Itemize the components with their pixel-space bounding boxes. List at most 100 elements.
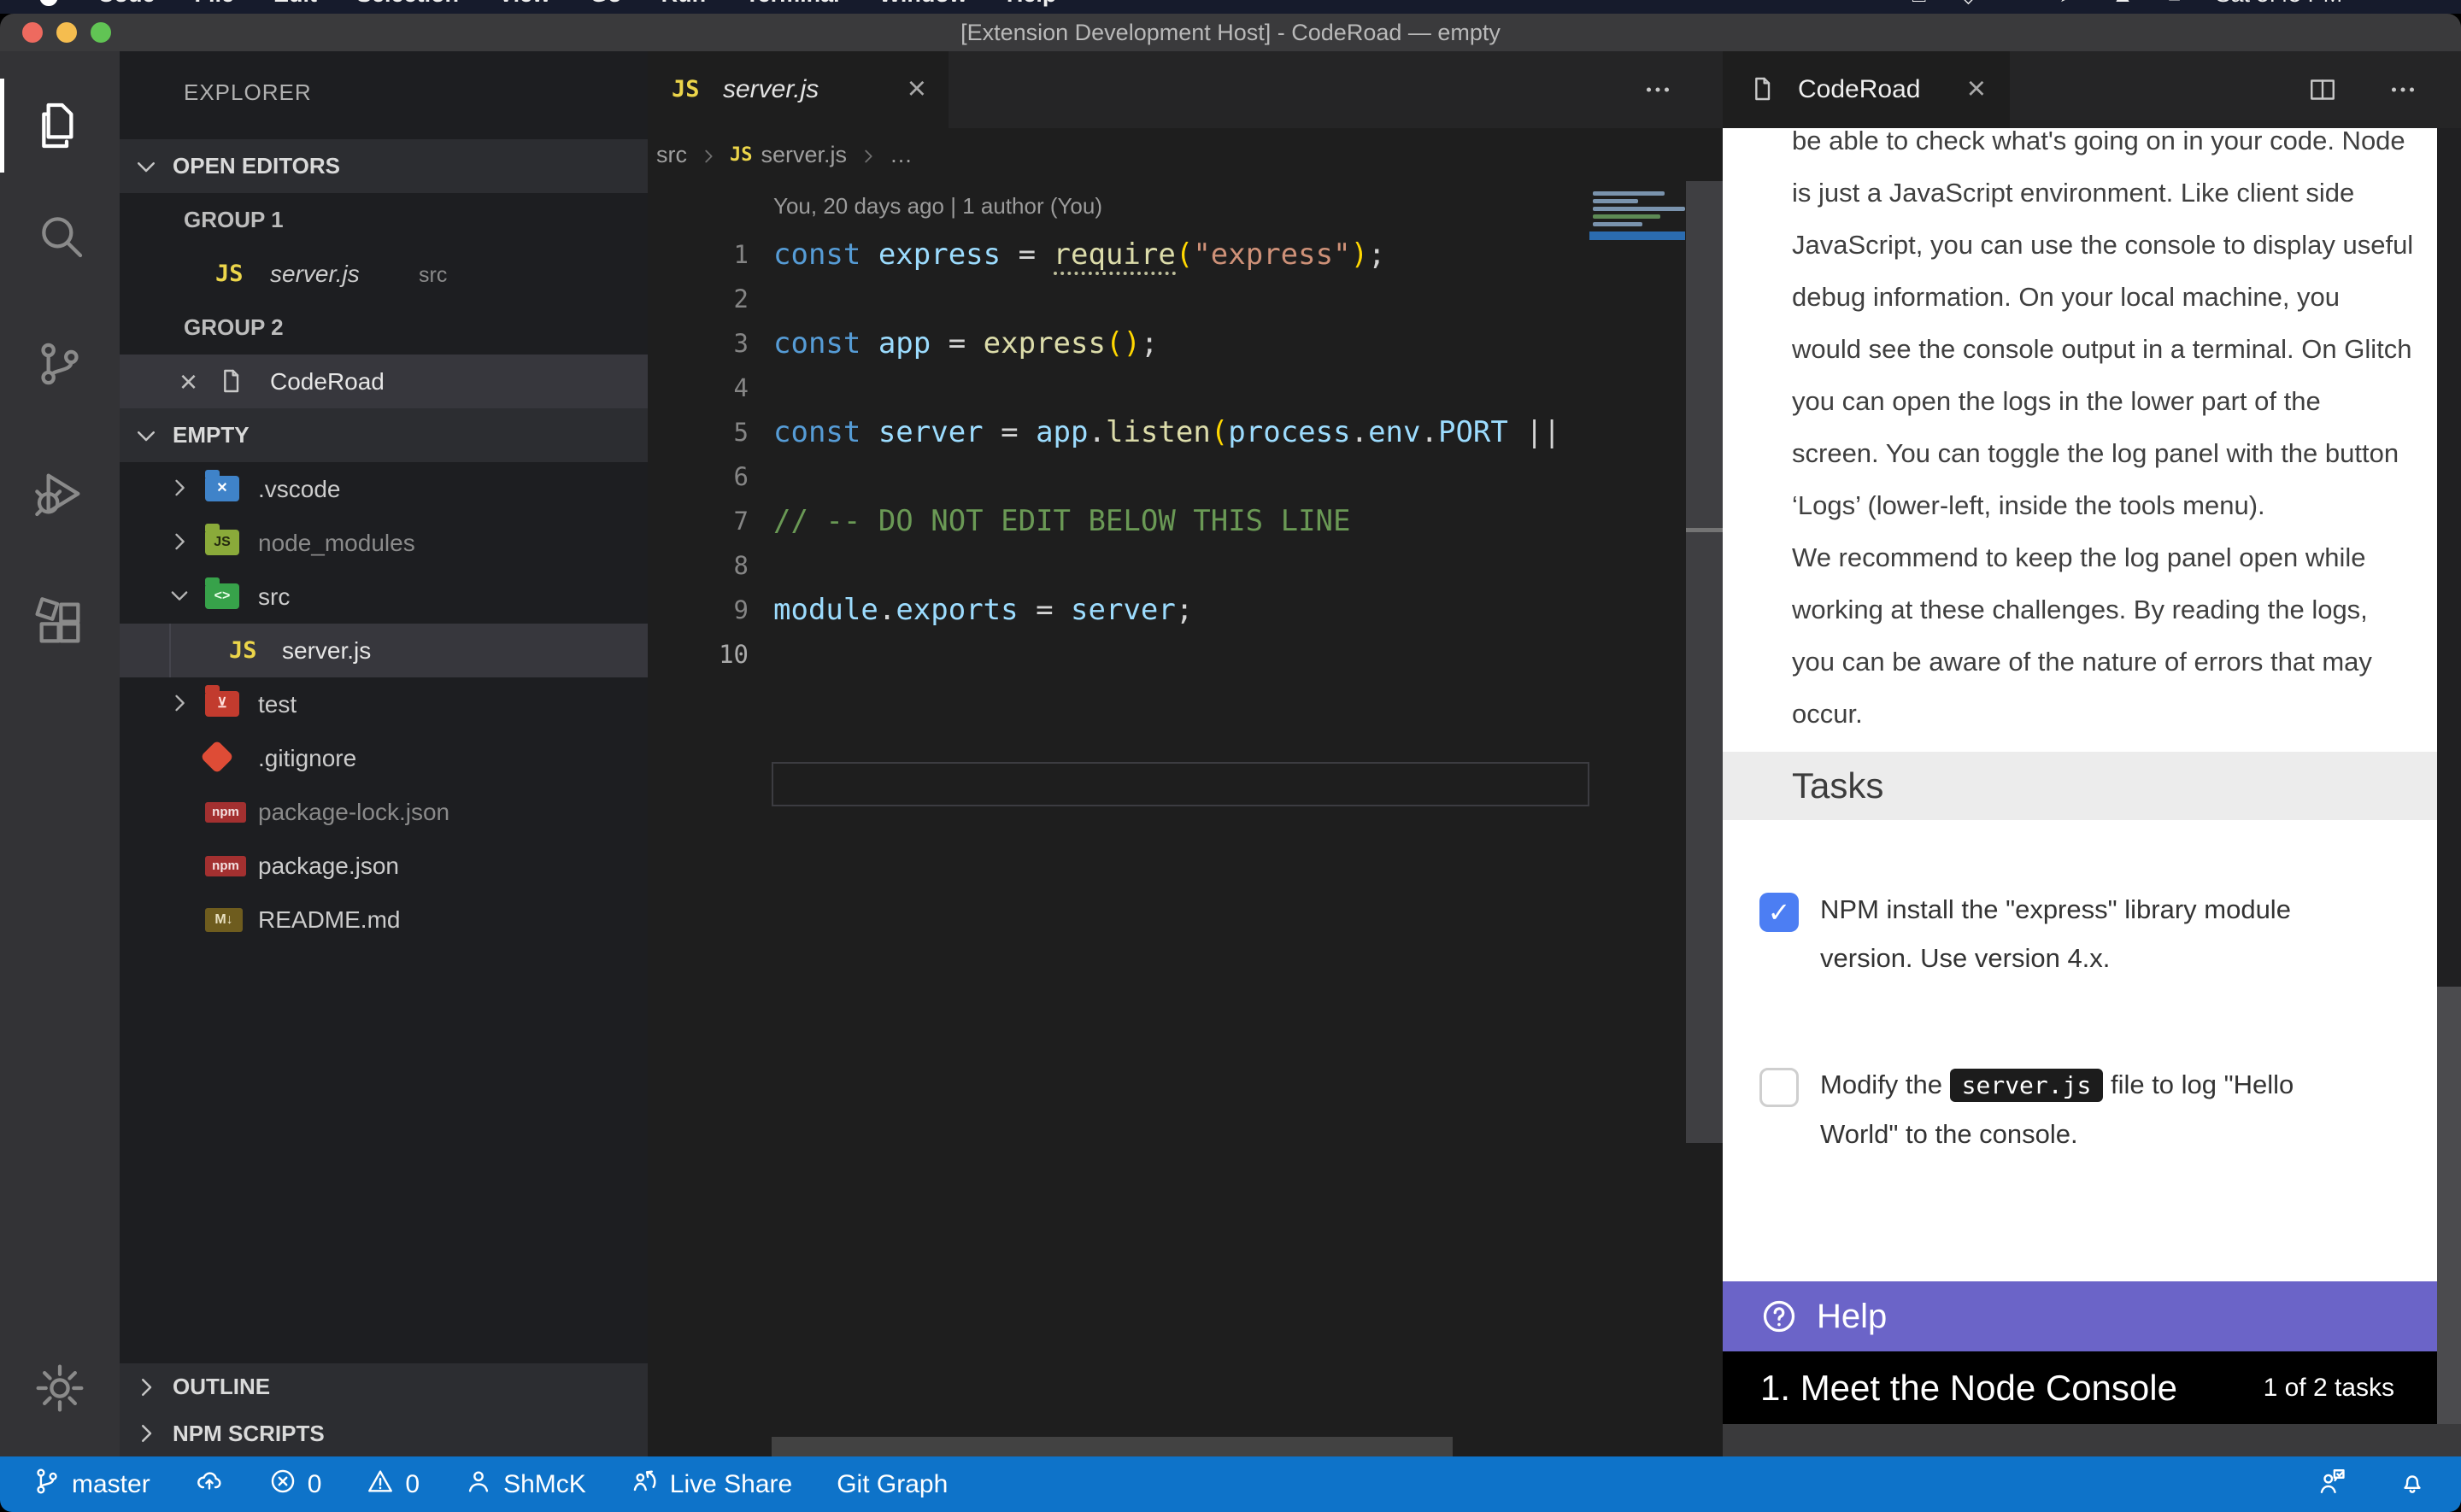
tree-item--vscode[interactable]: ✕.vscode (120, 462, 648, 516)
statusbar-master[interactable]: master (32, 1467, 150, 1503)
statusbar-0[interactable]: 0 (366, 1467, 420, 1503)
split-editor-icon[interactable] (2307, 74, 2338, 109)
statusbar-git-graph[interactable]: Git Graph (837, 1470, 948, 1499)
breadcrumb-symbol[interactable]: … (890, 142, 913, 168)
menubar-clock[interactable]: Sat 5:45 PM (2216, 0, 2343, 8)
code-text: const express = require("express"); (773, 232, 1386, 277)
menu-item-help[interactable]: Help (1007, 0, 1057, 8)
statusbar-feedback[interactable] (2317, 1467, 2346, 1503)
menu-item-go[interactable]: Go (590, 0, 622, 8)
open-editors-group-1-label: GROUP 1 (184, 193, 645, 247)
code-text: const app = express(); (773, 321, 1158, 366)
more-actions-icon[interactable] (2388, 74, 2418, 109)
minimap-line (1593, 191, 1665, 196)
help-bar[interactable]: Help (1723, 1281, 2437, 1351)
tree-item-node-modules[interactable]: JSnode_modules (120, 516, 648, 570)
webview-scrollbar[interactable] (2437, 128, 2461, 1424)
section-empty-folder[interactable]: EMPTY (120, 408, 648, 462)
close-icon[interactable]: × (1967, 51, 1986, 126)
activity-source-control-icon[interactable] (32, 337, 87, 391)
task-description: Modify the server.js file to log "HelloW… (1820, 1060, 2418, 1158)
activity-search-icon[interactable] (32, 208, 87, 262)
code-text: // -- DO NOT EDIT BELOW THIS LINE (773, 499, 1351, 543)
editor-group-1: JS server.js × src JS server.js … You, 2… (648, 51, 1723, 1456)
explorer-sidebar: EXPLORER OPEN EDITORS GROUP 1 JS server.… (120, 51, 648, 1456)
breadcrumb-folder[interactable]: src (656, 142, 687, 168)
menubar-status-icon[interactable]: ▲ (2112, 0, 2134, 8)
codelens-annotation[interactable]: You, 20 days ago | 1 author (You) (773, 193, 1102, 220)
tree-item-package-lock-json[interactable]: npmpackage-lock.json (120, 785, 648, 839)
close-icon[interactable]: × (907, 51, 926, 126)
tree-item-test[interactable]: ⊻ test (120, 677, 648, 731)
tree-item-label: server.js (282, 624, 371, 677)
panel-tab-bar: CodeRoad × (1723, 51, 2461, 128)
tab-coderoad[interactable]: CodeRoad × (1723, 51, 2010, 128)
menubar-status-icon[interactable]: ◇ (1960, 0, 1977, 8)
statusbar-shmck[interactable]: ShMcK (464, 1467, 586, 1503)
editor-scrollbar[interactable] (1686, 181, 1723, 1143)
menu-item-terminal[interactable]: Terminal (745, 0, 840, 8)
menu-item-window[interactable]: Window (879, 0, 967, 8)
open-editor-item-server-js[interactable]: JS server.js src (120, 247, 648, 301)
menubar-status-icon[interactable]: ■ (2168, 0, 2182, 8)
section-open-editors[interactable]: OPEN EDITORS (120, 139, 648, 193)
window-title-bar[interactable]: [Extension Development Host] - CodeRoad … (0, 14, 2461, 51)
menubar-status-icon[interactable]: ◔ (2376, 0, 2390, 8)
inline-code-chip: server.js (1950, 1069, 2104, 1102)
tree-item-package-json[interactable]: npmpackage.json (120, 839, 648, 893)
menu-item-view[interactable]: View (498, 0, 550, 8)
minimap[interactable] (1589, 181, 1685, 437)
breadcrumb[interactable]: src JS server.js … (648, 128, 1723, 181)
tree-item--gitignore[interactable]: .gitignore (120, 731, 648, 785)
help-label: Help (1817, 1281, 1887, 1351)
task-checkbox-checked[interactable]: ✓ (1759, 893, 1799, 932)
task-checkbox-unchecked[interactable] (1759, 1068, 1799, 1107)
chevron-down-icon (167, 583, 191, 612)
chevron-right-icon (167, 530, 191, 558)
open-editors-group-2-label: GROUP 2 (184, 301, 645, 355)
statusbar-live-share[interactable]: Live Share (631, 1467, 792, 1503)
tab-server-js[interactable]: JS server.js × (648, 51, 949, 128)
section-outline[interactable]: OUTLINE (120, 1363, 648, 1410)
tree-item-label: README.md (258, 893, 400, 946)
menu-item-code[interactable]: Code (97, 0, 156, 8)
chevron-right-icon (133, 1374, 159, 1400)
more-actions-icon[interactable] (1642, 74, 1673, 109)
lesson-footer[interactable]: 1. Meet the Node Console 1 of 2 tasks (1723, 1351, 2437, 1424)
statusbar-bell[interactable] (2398, 1467, 2427, 1503)
menu-item-run[interactable]: Run (661, 0, 706, 8)
chevron-right-icon (859, 145, 878, 164)
breadcrumb-file[interactable]: server.js (761, 142, 848, 168)
activity-settings-icon[interactable] (32, 1361, 87, 1415)
tree-item-readme-md[interactable]: M↓README.md (120, 893, 648, 946)
statusbar-label: 0 (308, 1470, 322, 1499)
menu-item-file[interactable]: File (195, 0, 235, 8)
line-number: 4 (648, 366, 749, 410)
test-file-icon: ⊻ (205, 691, 239, 717)
menubar-status-icon[interactable]: ≡ (2424, 0, 2437, 8)
menubar-status-icon[interactable]: ➤ (2059, 0, 2077, 8)
open-editor-item-coderoad[interactable]: × CodeRoad (120, 355, 648, 408)
tree-item-server-js[interactable]: JSserver.js (120, 624, 648, 677)
help-circle-icon (1760, 1298, 1798, 1335)
git-file-icon (200, 740, 234, 774)
scrollbar-thumb[interactable] (2437, 987, 2461, 1424)
menu-item-selection[interactable]: Selection (356, 0, 459, 8)
activity-explorer-icon[interactable] (32, 98, 87, 153)
minimap-line (1593, 214, 1660, 219)
menu-item-edit[interactable]: Edit (273, 0, 317, 8)
code-editor[interactable]: You, 20 days ago | 1 author (You) 1const… (648, 181, 1723, 1456)
section-npm-scripts[interactable]: NPM SCRIPTS (120, 1410, 648, 1456)
close-icon[interactable]: × (179, 355, 197, 408)
line-number: 8 (648, 543, 749, 588)
menubar-status-icon[interactable]: ○ (2012, 0, 2025, 8)
tree-item-label: test (258, 677, 297, 731)
menubar-status-icon[interactable]: □ (1912, 0, 1926, 8)
activity-run-debug-icon[interactable] (32, 466, 87, 521)
tree-item-src[interactable]: <>src (120, 570, 648, 624)
code-line: 6 (648, 454, 1686, 499)
activity-extensions-icon[interactable] (32, 595, 87, 650)
statusbar-0[interactable]: 0 (268, 1467, 322, 1503)
statusbar-cloud-upload[interactable] (195, 1467, 224, 1503)
active-indicator (0, 79, 4, 173)
